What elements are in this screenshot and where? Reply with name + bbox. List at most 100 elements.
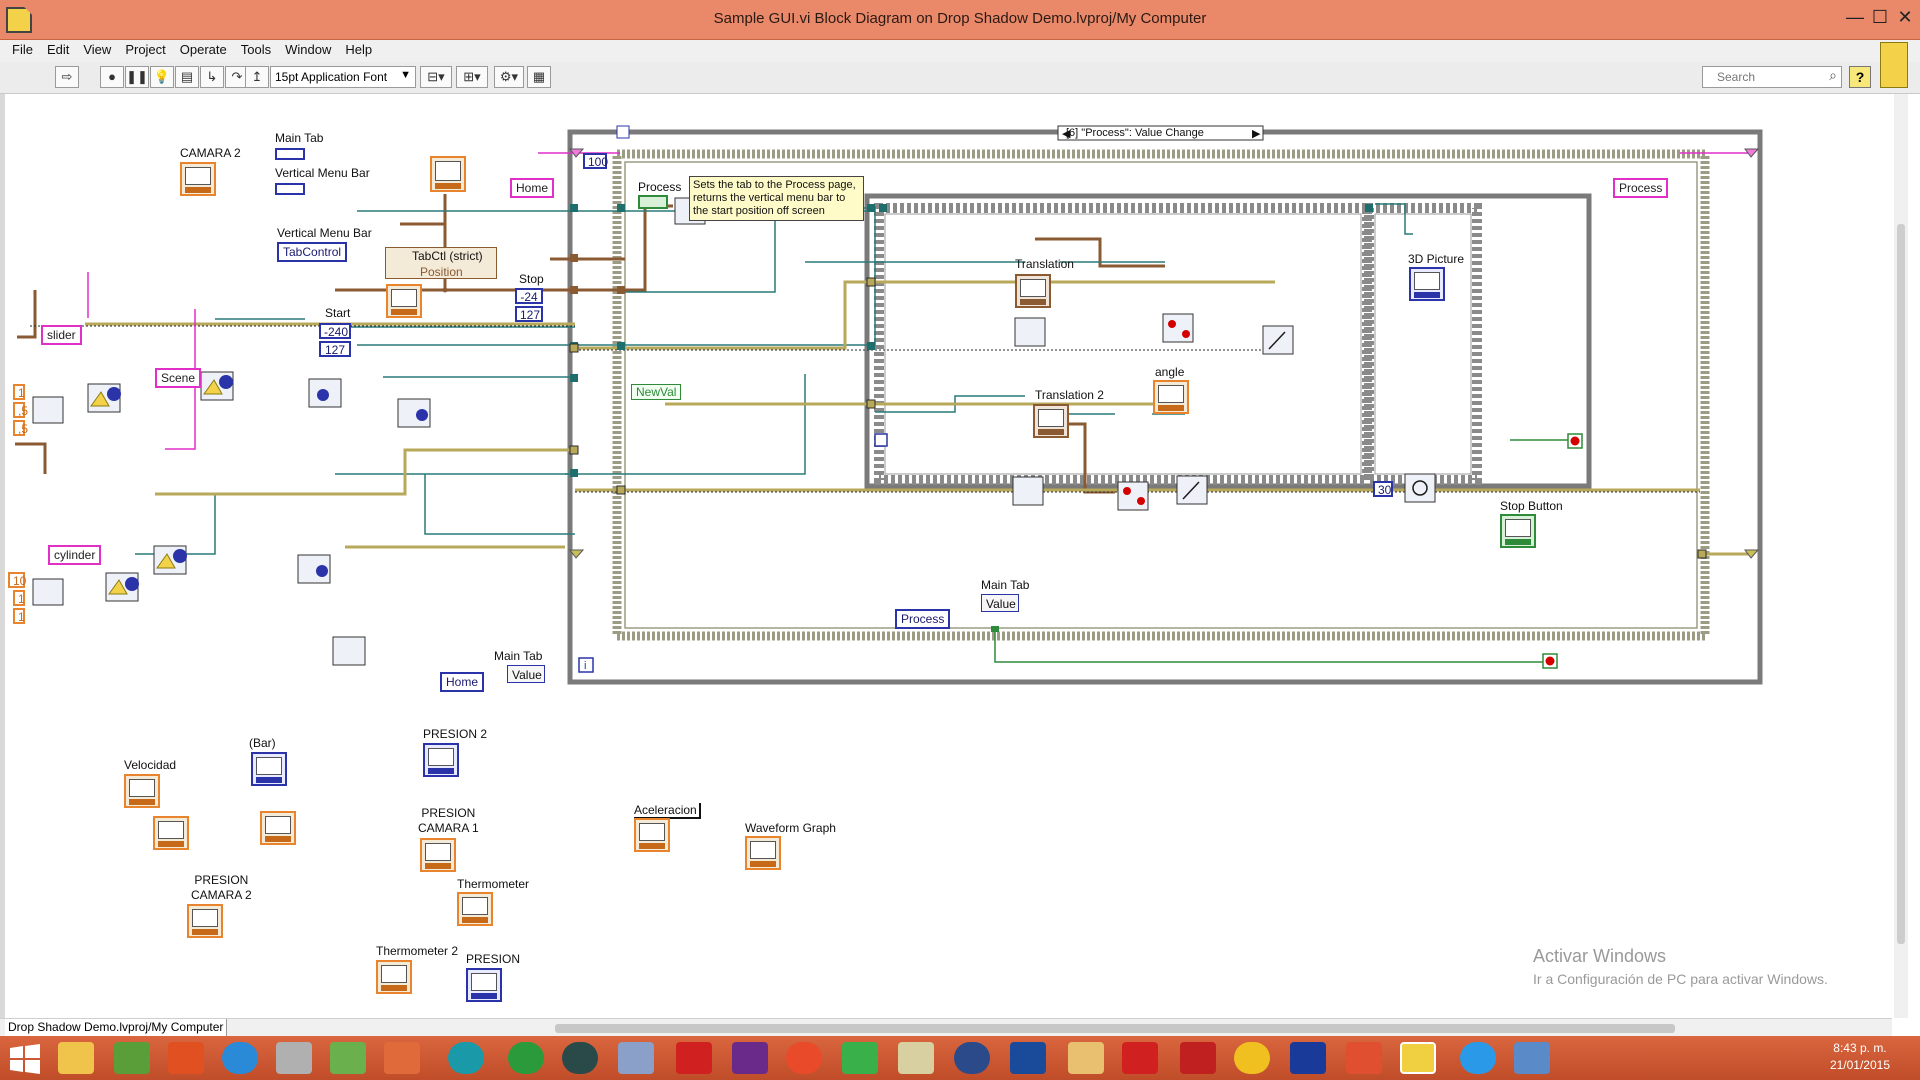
menu-tools[interactable]: Tools	[234, 40, 278, 59]
thermometer-terminal[interactable]	[457, 892, 493, 926]
system-clock[interactable]: 8:43 p. m. 21/01/2015	[1830, 1040, 1890, 1074]
stop-button-terminal[interactable]	[1500, 514, 1536, 548]
app-icon-8[interactable]	[786, 1042, 822, 1074]
font-select[interactable]: 15pt Application Font ▼	[270, 66, 416, 88]
step-into-icon[interactable]: ↳	[200, 66, 224, 88]
translation2-control-terminal[interactable]	[1033, 404, 1069, 438]
vertical-scrollbar[interactable]	[1894, 94, 1908, 1018]
step-out-icon[interactable]: ↥	[245, 66, 269, 88]
menu-operate[interactable]: Operate	[173, 40, 234, 59]
main-tab-value-property-lower[interactable]: Value	[507, 665, 545, 683]
velocidad-terminal[interactable]	[124, 774, 160, 808]
context-help-button[interactable]: ?	[1849, 66, 1871, 88]
horizontal-scrollbar-thumb[interactable]	[555, 1024, 1675, 1033]
labview-taskbar-icon[interactable]	[1400, 1042, 1436, 1074]
app-icon-13[interactable]	[1068, 1042, 1104, 1074]
app-icon-12[interactable]	[1010, 1042, 1046, 1074]
home-string-constant[interactable]: Home	[510, 178, 555, 198]
left-numeric-const-4[interactable]: 10	[8, 572, 26, 588]
app-icon-5[interactable]	[384, 1042, 420, 1074]
file-explorer-icon[interactable]	[58, 1042, 94, 1074]
translation-control-terminal[interactable]	[1015, 274, 1051, 308]
app-icon-15[interactable]	[1346, 1042, 1382, 1074]
block-diagram-canvas[interactable]: i ◀ ▶ CAMARA 2 Main Tab Vertical Menu Ba…	[0, 94, 1892, 1018]
waveform-graph-terminal[interactable]	[745, 836, 781, 870]
skype-icon[interactable]	[1460, 1042, 1496, 1074]
app-icon-4[interactable]	[330, 1042, 366, 1074]
3d-picture-terminal[interactable]	[1409, 267, 1445, 301]
arduino-icon[interactable]	[448, 1042, 484, 1074]
app-icon-14[interactable]	[1180, 1042, 1216, 1074]
process-string-constant[interactable]: Process	[1613, 178, 1669, 198]
pause-icon[interactable]: ❚❚	[125, 66, 149, 88]
vertical-menu-bar-terminal[interactable]	[275, 183, 305, 195]
app-icon-10[interactable]	[898, 1042, 934, 1074]
utorrent-icon[interactable]	[508, 1042, 544, 1074]
start-y-value[interactable]: 127	[319, 341, 351, 357]
presion-camara2-terminal[interactable]	[187, 904, 223, 938]
event-case-selector[interactable]: [6] "Process": Value Change	[1066, 127, 1204, 139]
scene-string-constant[interactable]: Scene	[155, 368, 202, 388]
presion-terminal[interactable]	[466, 968, 502, 1002]
app-icon-7[interactable]	[618, 1042, 654, 1074]
app-icon-6[interactable]	[562, 1042, 598, 1074]
left-numeric-const-3[interactable]: ,5	[13, 420, 28, 436]
menu-view[interactable]: View	[76, 40, 118, 59]
numeric-indicator-terminal[interactable]	[430, 156, 466, 192]
close-button[interactable]: ✕	[1885, 4, 1920, 30]
graph-indicator-terminal[interactable]	[386, 284, 422, 318]
slider-string-constant[interactable]: slider	[41, 325, 82, 345]
menu-window[interactable]: Window	[278, 40, 338, 59]
acrobat-reader-icon[interactable]	[1122, 1042, 1158, 1074]
windows-start-icon[interactable]	[8, 1044, 42, 1074]
menu-project[interactable]: Project	[118, 40, 172, 59]
menu-help[interactable]: Help	[338, 40, 379, 59]
app-icon-2[interactable]	[168, 1042, 204, 1074]
main-tab-value-property[interactable]: Value	[981, 594, 1019, 612]
home-enum-constant[interactable]: Home	[440, 672, 485, 692]
numeric-terminal-2[interactable]	[153, 816, 189, 850]
winrar-icon[interactable]	[732, 1042, 768, 1074]
align-objects-icon[interactable]: ⊟▾	[420, 66, 452, 88]
clean-up-diagram-icon[interactable]: ▦	[527, 66, 551, 88]
presion2-terminal[interactable]	[423, 743, 459, 777]
angle-control-terminal[interactable]	[1153, 380, 1189, 414]
stop-x-value[interactable]: -24	[515, 288, 543, 304]
internet-explorer-icon[interactable]	[222, 1042, 258, 1074]
app-icon-16[interactable]	[1514, 1042, 1550, 1074]
highlight-execution-icon[interactable]: 💡	[150, 66, 174, 88]
camara2-graph-terminal[interactable]	[180, 162, 216, 196]
property-node-tabctl[interactable]: TabCtl (strict) Position	[385, 247, 497, 279]
thermometer2-terminal[interactable]	[376, 960, 412, 994]
vertical-scrollbar-thumb[interactable]	[1897, 224, 1905, 944]
app-icon-9[interactable]	[842, 1042, 878, 1074]
gauge-terminal[interactable]	[260, 811, 296, 845]
tabcontrol-refnum[interactable]: TabControl	[277, 242, 348, 262]
search-input[interactable]: Search ⌕	[1702, 66, 1842, 88]
process-boolean-terminal[interactable]	[638, 195, 668, 209]
start-x-value[interactable]: -240	[319, 323, 351, 339]
app-icon-11[interactable]	[954, 1042, 990, 1074]
menu-edit[interactable]: Edit	[40, 40, 76, 59]
left-numeric-const-6[interactable]: 1	[13, 608, 25, 624]
left-numeric-const-5[interactable]: 1	[13, 590, 25, 606]
isis-icon[interactable]	[1290, 1042, 1326, 1074]
run-arrow-icon[interactable]: ⇨	[55, 66, 79, 88]
stop-y-value[interactable]: 127	[515, 306, 543, 322]
newval-event-data[interactable]: NewVal	[631, 384, 682, 400]
reorder-icon[interactable]: ⚙▾	[494, 66, 524, 88]
left-numeric-const-2[interactable]: ,5	[13, 402, 28, 418]
chrome-icon[interactable]	[1234, 1042, 1270, 1074]
presion-camara1-terminal[interactable]	[420, 838, 456, 872]
aceleracion-terminal[interactable]	[634, 818, 670, 852]
cylinder-string-constant[interactable]: cylinder	[48, 545, 102, 565]
menu-file[interactable]: File	[0, 40, 40, 59]
process-enum-constant[interactable]: Process	[895, 609, 951, 629]
bar-terminal[interactable]	[251, 752, 287, 786]
retain-wire-values-icon[interactable]: ▤	[175, 66, 199, 88]
left-numeric-const-1[interactable]: 1	[13, 384, 25, 400]
search-icon[interactable]: ⌕	[1829, 67, 1837, 84]
distribute-objects-icon[interactable]: ⊞▾	[456, 66, 488, 88]
abort-icon[interactable]: ●	[100, 66, 124, 88]
wait-ms-constant[interactable]: 30	[1373, 481, 1393, 497]
